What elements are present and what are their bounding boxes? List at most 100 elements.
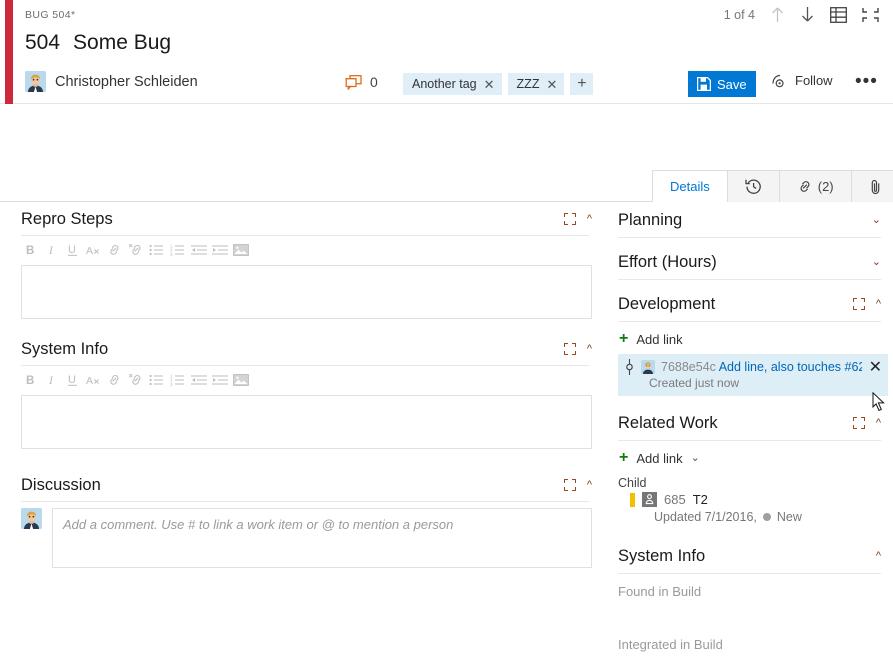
system-info-input[interactable] bbox=[21, 395, 592, 449]
chevron-up-icon[interactable]: ^ bbox=[876, 298, 881, 310]
work-item-header: BUG 504* 504 Some Bug Christopher Schlei… bbox=[0, 0, 893, 104]
svg-text:B: B bbox=[26, 375, 34, 387]
repro-steps-input[interactable] bbox=[21, 265, 592, 319]
section-effort-header[interactable]: Effort (Hours) ⌄ bbox=[613, 245, 893, 279]
commit-id: 7688e54c bbox=[661, 360, 716, 374]
chevron-up-icon[interactable]: ^ bbox=[876, 417, 881, 429]
link-icon bbox=[797, 179, 813, 194]
indent-icon[interactable] bbox=[210, 370, 229, 389]
chevron-down-icon[interactable]: ⌄ bbox=[872, 214, 881, 226]
work-item-id: 504 bbox=[25, 31, 61, 54]
tag-remove-icon[interactable]: ✕ bbox=[546, 78, 557, 91]
svg-text:I: I bbox=[48, 375, 54, 387]
tag-remove-icon[interactable]: ✕ bbox=[484, 78, 495, 91]
underline-icon[interactable]: U bbox=[63, 370, 82, 389]
pager-count: 1 of 4 bbox=[723, 7, 755, 22]
remove-link-icon[interactable]: ✕ bbox=[869, 360, 882, 376]
work-item-type-color-bar bbox=[5, 0, 13, 104]
task-icon bbox=[642, 492, 657, 507]
link-icon[interactable] bbox=[105, 370, 124, 389]
comment-input[interactable]: Add a comment. Use # to link a work item… bbox=[52, 508, 592, 568]
development-add-link-button[interactable]: + Add link bbox=[613, 322, 893, 354]
history-icon bbox=[745, 178, 762, 195]
divider bbox=[21, 501, 589, 502]
svg-text:3: 3 bbox=[170, 381, 173, 386]
clear-format-icon[interactable]: A bbox=[84, 370, 103, 389]
plus-icon: + bbox=[619, 449, 629, 466]
save-icon bbox=[697, 77, 711, 91]
section-planning-header[interactable]: Planning ⌄ bbox=[613, 203, 893, 237]
field-strip: State Active Reason Not fixed Area Agile… bbox=[0, 105, 893, 271]
more-actions-button[interactable]: ••• bbox=[855, 72, 878, 92]
svg-text:U: U bbox=[68, 244, 76, 256]
expand-icon[interactable] bbox=[563, 213, 576, 225]
work-item-title[interactable]: Some Bug bbox=[73, 31, 171, 55]
tab-history[interactable] bbox=[727, 170, 780, 202]
related-work-item-title: T2 bbox=[692, 492, 708, 507]
section-right-system-info: System Info ^ Found in Build Integrated … bbox=[613, 539, 893, 652]
add-tag-button[interactable]: + bbox=[570, 73, 594, 95]
found-in-build-label: Found in Build bbox=[618, 584, 702, 599]
bullet-list-icon[interactable] bbox=[147, 240, 166, 259]
unlink-icon[interactable] bbox=[126, 370, 145, 389]
development-link-row[interactable]: 7688e54c Add line, also touches #62 … Cr… bbox=[618, 354, 888, 396]
expand-icon[interactable] bbox=[852, 417, 865, 429]
chevron-up-icon[interactable]: ^ bbox=[587, 479, 592, 491]
pager: 1 of 4 bbox=[724, 6, 879, 23]
chevron-up-icon[interactable]: ^ bbox=[587, 213, 592, 225]
italic-icon[interactable]: I bbox=[42, 240, 61, 259]
expand-icon[interactable] bbox=[852, 298, 865, 310]
tab-details[interactable]: Details bbox=[652, 170, 728, 203]
tag-item[interactable]: ZZZ ✕ bbox=[507, 73, 565, 95]
indent-icon[interactable] bbox=[210, 240, 229, 259]
image-icon[interactable] bbox=[231, 370, 250, 389]
arrow-down-icon[interactable] bbox=[800, 6, 815, 23]
outdent-icon[interactable] bbox=[189, 240, 208, 259]
chevron-down-icon[interactable]: ⌄ bbox=[691, 452, 700, 464]
related-work-add-link-button[interactable]: + Add link ⌄ bbox=[613, 441, 893, 473]
tab-attachments[interactable] bbox=[851, 170, 893, 202]
section-development-header: Development ^ bbox=[613, 287, 893, 321]
assigned-to-row[interactable]: Christopher Schleiden bbox=[25, 71, 198, 92]
bold-icon[interactable]: B bbox=[21, 370, 40, 389]
collapse-icon[interactable] bbox=[862, 7, 879, 23]
chevron-up-icon[interactable]: ^ bbox=[587, 343, 592, 355]
section-system-info: System Info ^ B I U A 123 bbox=[0, 333, 610, 449]
numbered-list-icon[interactable]: 123 bbox=[168, 370, 187, 389]
grid-view-icon[interactable] bbox=[830, 6, 847, 23]
outdent-icon[interactable] bbox=[189, 370, 208, 389]
follow-button[interactable]: Follow bbox=[772, 73, 833, 88]
image-icon[interactable] bbox=[231, 240, 250, 259]
arrow-up-icon[interactable] bbox=[770, 6, 785, 23]
link-icon[interactable] bbox=[105, 240, 124, 259]
tag-list: Another tag ✕ ZZZ ✕ + bbox=[403, 73, 594, 95]
unlink-icon[interactable] bbox=[126, 240, 145, 259]
tag-item[interactable]: Another tag ✕ bbox=[403, 73, 502, 95]
related-work-item[interactable]: 685 T2 bbox=[613, 492, 893, 507]
tab-links[interactable]: (2) bbox=[779, 170, 852, 202]
section-repro-steps-title: Repro Steps bbox=[21, 209, 113, 228]
underline-icon[interactable]: U bbox=[63, 240, 82, 259]
avatar bbox=[21, 508, 42, 529]
clear-format-icon[interactable]: A bbox=[84, 240, 103, 259]
title-row: 504 Some Bug bbox=[25, 31, 171, 55]
right-pane: Planning ⌄ Effort (Hours) ⌄ Development … bbox=[612, 203, 893, 672]
bullet-list-icon[interactable] bbox=[147, 370, 166, 389]
expand-icon[interactable] bbox=[563, 343, 576, 355]
attachment-icon bbox=[869, 179, 883, 195]
save-button[interactable]: Save bbox=[688, 71, 756, 97]
section-repro-steps: Repro Steps ^ B I U A 123 bbox=[0, 203, 610, 319]
chevron-down-icon[interactable]: ⌄ bbox=[872, 256, 881, 268]
section-repro-steps-header: Repro Steps ^ bbox=[0, 203, 610, 235]
bold-icon[interactable]: B bbox=[21, 240, 40, 259]
italic-icon[interactable]: I bbox=[42, 370, 61, 389]
discussion-count[interactable]: 0 bbox=[345, 74, 378, 90]
section-planning-title: Planning bbox=[618, 210, 683, 229]
expand-icon[interactable] bbox=[563, 479, 576, 491]
found-in-build-value[interactable] bbox=[613, 599, 893, 627]
chevron-up-icon[interactable]: ^ bbox=[876, 550, 881, 562]
svg-text:B: B bbox=[26, 245, 34, 257]
section-discussion: Discussion ^ Add a comment. Use # to lin… bbox=[0, 469, 610, 568]
numbered-list-icon[interactable]: 123 bbox=[168, 240, 187, 259]
section-related-work-title: Related Work bbox=[618, 413, 718, 432]
